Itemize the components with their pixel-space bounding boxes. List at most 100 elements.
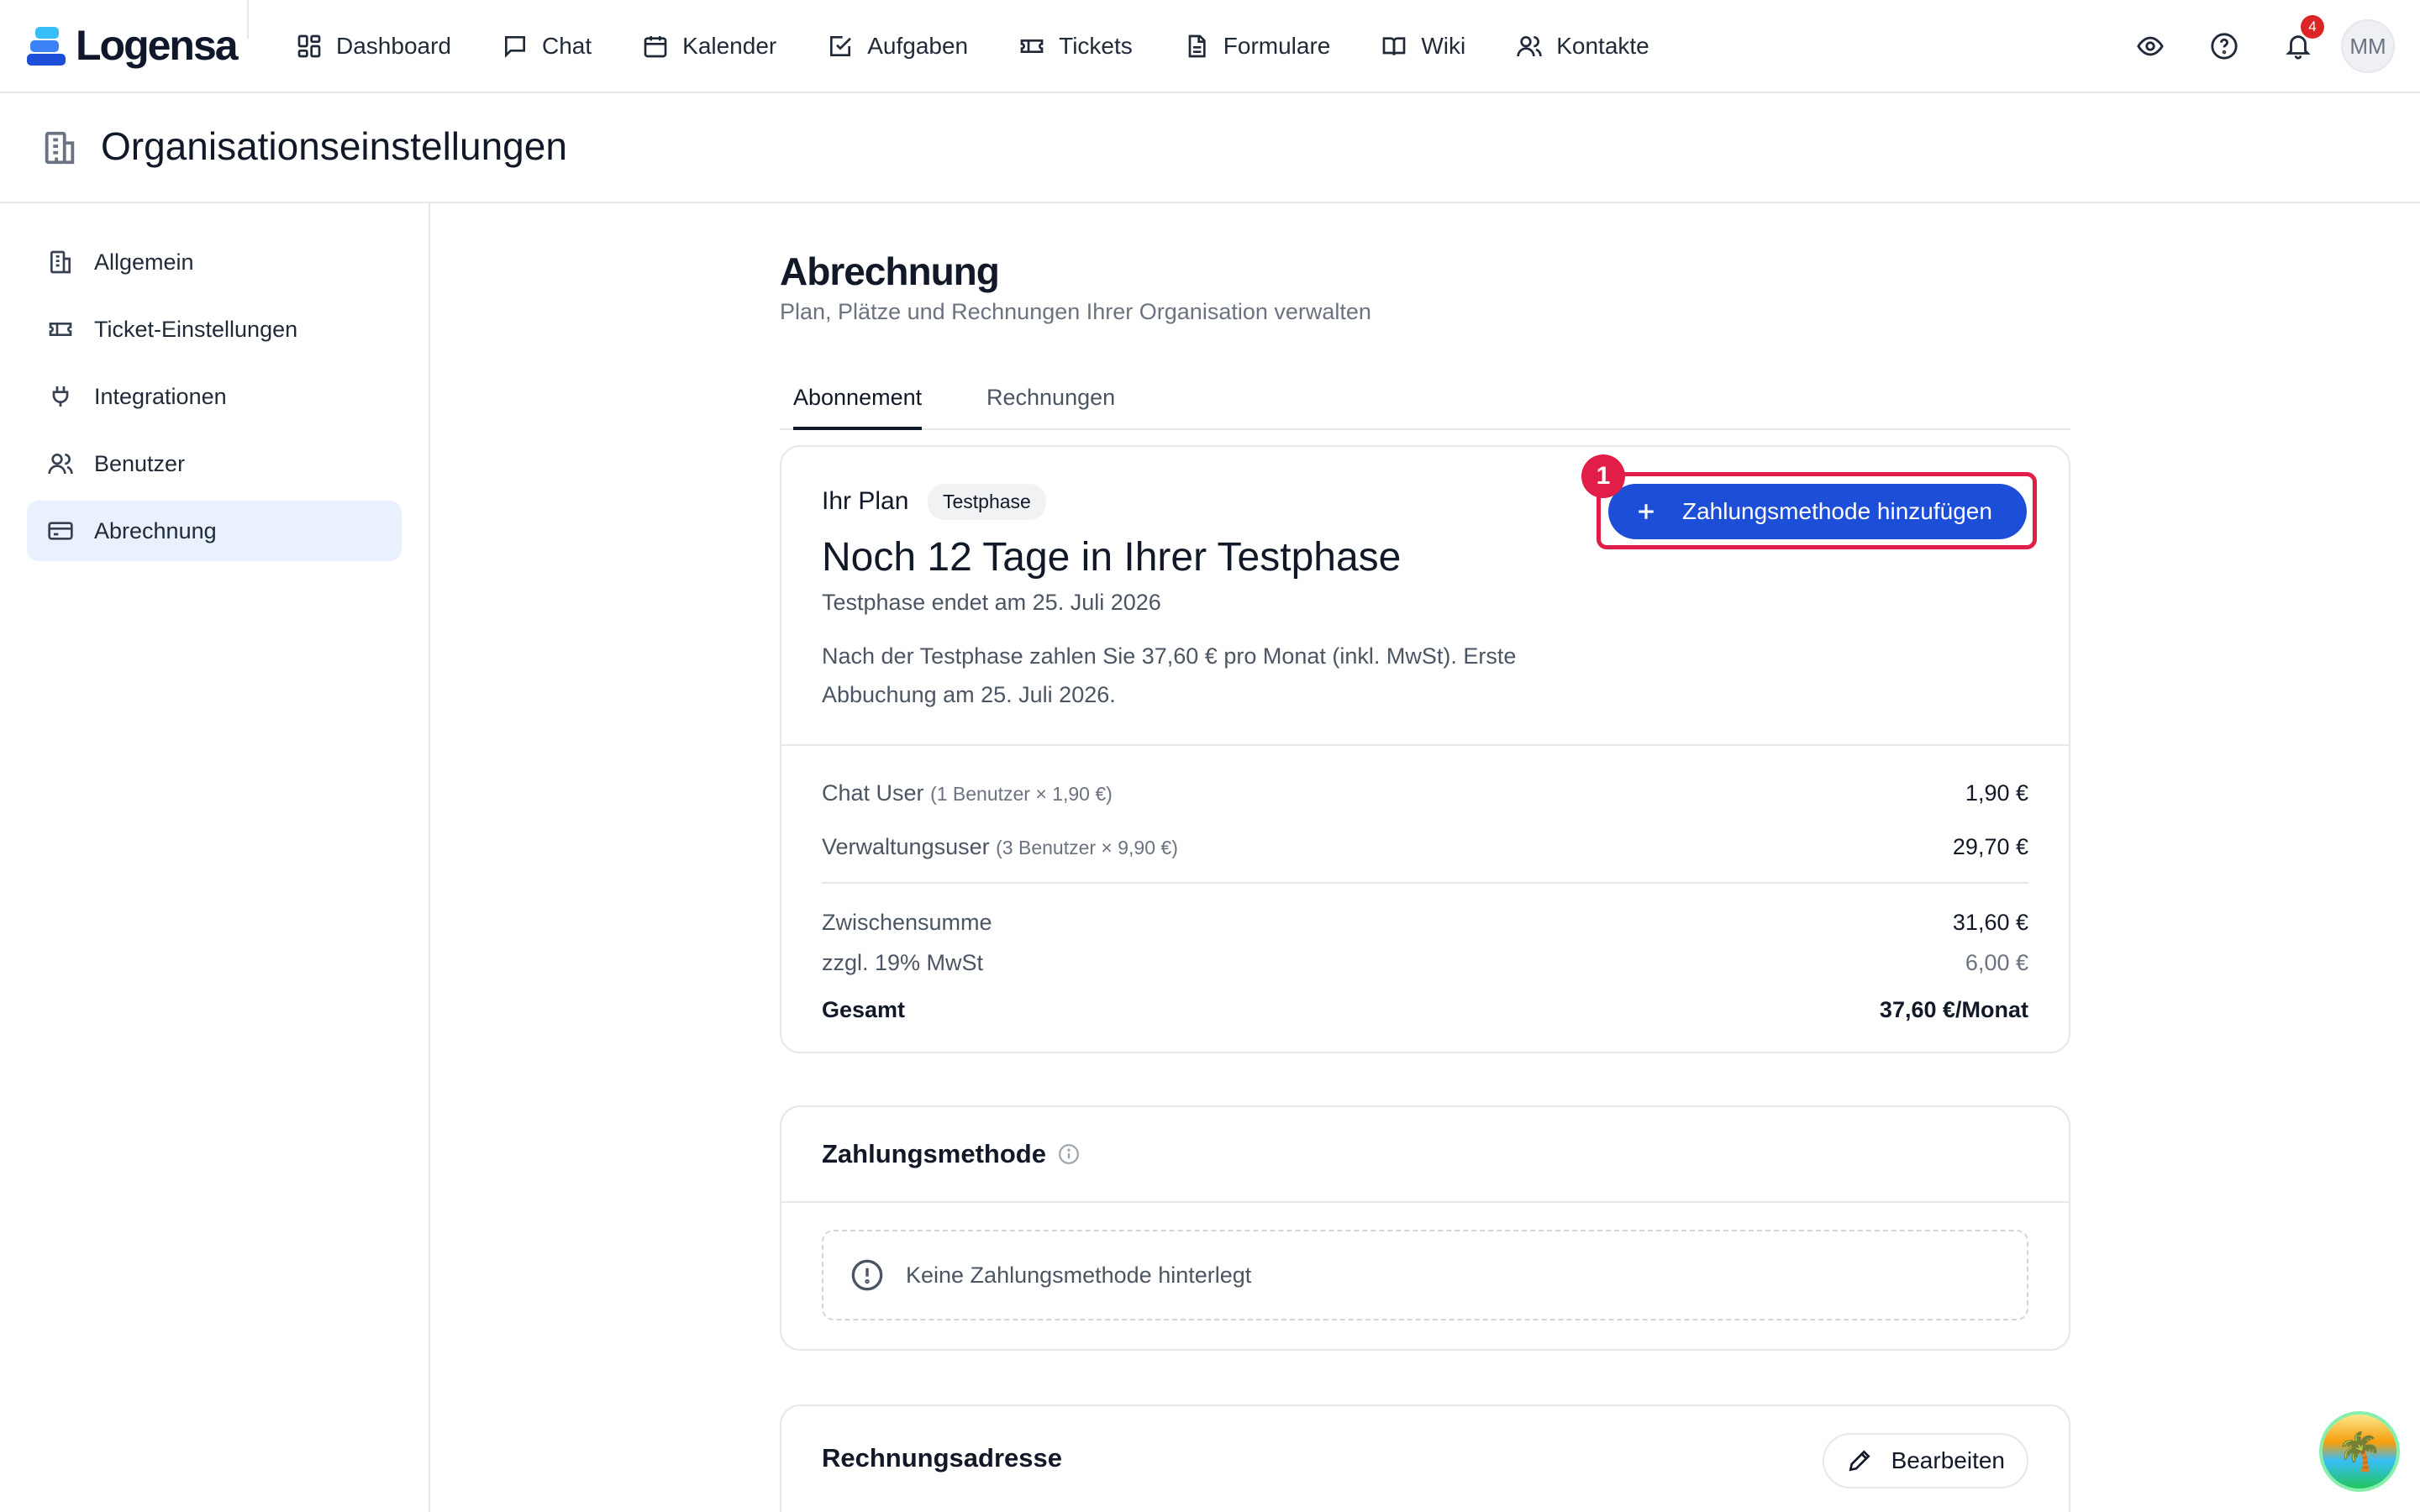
building-icon — [45, 131, 75, 165]
sidebar-item-label: Benutzer — [94, 450, 186, 476]
nav-item-label: Dashboard — [336, 33, 451, 59]
trial-billing-note: Nach der Testphase zahlen Sie 37,60 € pr… — [822, 643, 1517, 707]
subtotal-label: Zwischensumme — [822, 909, 992, 935]
line-item-label: Chat User — [822, 780, 924, 806]
billing-address-card: Rechnungsadresse Bearbeiten — [780, 1404, 2070, 1512]
trial-headline: Noch 12 Tage in Ihrer Testphase — [822, 535, 1402, 580]
sidebar-item-label: Allgemein — [94, 249, 194, 275]
users-icon — [48, 454, 73, 475]
plan-label: Ihr Plan — [822, 487, 909, 515]
page-title: Organisationseinstellungen — [101, 124, 567, 168]
sidebar-item-integrations[interactable]: Integrationen — [27, 366, 402, 427]
app-name: Logensa — [76, 22, 239, 69]
help-icon — [2211, 33, 2238, 60]
line-item-amount: 29,70 € — [1952, 833, 2028, 859]
user-avatar[interactable]: MM — [2341, 19, 2395, 73]
logo-divider — [247, 0, 249, 39]
sidebar-item-label: Abrechnung — [94, 517, 217, 543]
task-icon — [830, 36, 852, 56]
line-item-admin-user: Verwaltungsuser (3 Benutzer × 9,90 €) 29… — [822, 830, 2028, 864]
payment-method-heading: Zahlungsmethode — [822, 1139, 1080, 1169]
notifications-button[interactable]: 4 — [2269, 15, 2328, 76]
divider — [781, 1201, 2069, 1203]
nav-item-label: Tickets — [1059, 33, 1133, 59]
nav-item-label: Chat — [541, 33, 592, 59]
trial-end-date: Testphase endet am 25. Juli 2026 — [822, 590, 1161, 615]
preview-button[interactable] — [2121, 17, 2180, 76]
notification-count-badge: 4 — [2301, 15, 2324, 39]
line-item-amount: 1,90 € — [1965, 780, 2028, 806]
nav-item-wiki[interactable]: Wiki — [1381, 33, 1465, 60]
divider — [822, 882, 2028, 884]
nav-item-label: Kalender — [682, 33, 777, 59]
nav-item-chat[interactable]: Chat — [502, 33, 592, 60]
top-actions: 4 MM — [2106, 15, 2395, 76]
sidebar-item-billing[interactable]: Abrechnung — [27, 501, 402, 561]
plan-status-badge: Testphase — [928, 484, 1046, 520]
nav-item-calendar[interactable]: Kalender — [642, 33, 776, 60]
vat-label: zzgl. 19% MwSt — [822, 949, 984, 975]
section-subtitle: Plan, Plätze und Rechnungen Ihrer Organi… — [780, 299, 1371, 324]
button-label: Bearbeiten — [1891, 1447, 2005, 1473]
nav-item-contacts[interactable]: Kontakte — [1516, 33, 1649, 60]
calendar-icon — [644, 36, 667, 58]
chat-icon — [504, 36, 525, 58]
total-amount: 37,60 €/Monat — [1879, 996, 2028, 1022]
logo-mark-icon — [27, 22, 69, 69]
payment-method-card: Zahlungsmethode Keine Zahlungsmethode hi… — [780, 1105, 2070, 1351]
form-icon — [1188, 34, 1206, 58]
edit-address-button[interactable]: Bearbeiten — [1822, 1433, 2028, 1488]
sidebar-item-label: Ticket-Einstellungen — [94, 316, 298, 342]
vat-row: zzgl. 19% MwSt 6,00 € — [822, 946, 2028, 979]
nav-item-tickets[interactable]: Tickets — [1018, 33, 1133, 60]
add-payment-method-button[interactable]: Zahlungsmethode hinzufügen — [1608, 484, 2027, 539]
vat-amount: 6,00 € — [1965, 949, 2028, 975]
empty-payment-state: Keine Zahlungsmethode hinterlegt — [822, 1230, 2028, 1320]
nav-item-forms[interactable]: Formulare — [1183, 33, 1331, 60]
sidebar-item-users[interactable]: Benutzer — [27, 433, 402, 494]
main-nav: Dashboard Chat Kalender Aufgaben Tickets… — [296, 24, 1700, 69]
empty-state-text: Keine Zahlungsmethode hinterlegt — [906, 1262, 1252, 1288]
tab-subscription[interactable]: Abonnement — [793, 385, 923, 430]
payment-method-title: Zahlungsmethode — [822, 1139, 1046, 1168]
eye-icon — [2137, 36, 2164, 56]
sidebar-item-label: Integrationen — [94, 383, 227, 409]
palm-tree-icon: 🌴 — [2336, 1431, 2383, 1473]
nav-item-label: Formulare — [1223, 33, 1331, 59]
billing-address-heading: Rechnungsadresse — [822, 1443, 1062, 1473]
subtotal-amount: 31,60 € — [1952, 909, 2028, 935]
plug-icon — [52, 386, 69, 407]
button-label: Zahlungsmethode hinzufügen — [1682, 498, 1992, 524]
nav-item-dashboard[interactable]: Dashboard — [296, 33, 451, 60]
nav-item-label: Wiki — [1421, 33, 1466, 59]
step-marker-badge: 1 — [1581, 454, 1625, 498]
tab-invoices[interactable]: Rechnungen — [986, 385, 1115, 430]
nav-item-tasks[interactable]: Aufgaben — [827, 33, 968, 60]
credit-card-icon — [48, 522, 73, 540]
plus-icon — [1639, 504, 1654, 519]
book-icon — [1383, 37, 1406, 55]
line-item-meta: (3 Benutzer × 9,90 €) — [996, 836, 1178, 858]
dashboard-icon — [297, 34, 321, 58]
alert-circle-icon — [851, 1259, 883, 1291]
billing-tabs: Abonnement Rechnungen — [780, 376, 2070, 430]
section-title: Abrechnung — [780, 249, 1000, 293]
assistant-widget-button[interactable]: 🌴 — [2319, 1411, 2400, 1492]
billing-address-title: Rechnungsadresse — [822, 1443, 1062, 1473]
line-item-label: Verwaltungsuser — [822, 833, 990, 859]
info-icon[interactable] — [1058, 1143, 1080, 1165]
app-logo[interactable]: Logensa — [27, 18, 239, 72]
building-icon — [50, 250, 71, 274]
nav-item-label: Aufgaben — [867, 33, 969, 59]
help-button[interactable] — [2195, 17, 2254, 76]
top-navigation-bar: Logensa Dashboard Chat Kalender Aufgaben… — [0, 0, 2420, 93]
total-row: Gesamt 37,60 €/Monat — [822, 993, 2028, 1026]
ticket-icon — [1020, 39, 1044, 53]
sidebar-item-ticket-settings[interactable]: Ticket-Einstellungen — [27, 299, 402, 360]
subtotal-row: Zwischensumme 31,60 € — [822, 906, 2028, 939]
total-label: Gesamt — [822, 996, 906, 1022]
pencil-icon — [1849, 1450, 1870, 1472]
ticket-icon — [49, 323, 72, 336]
divider — [781, 744, 2069, 746]
sidebar-item-general[interactable]: Allgemein — [27, 232, 402, 292]
